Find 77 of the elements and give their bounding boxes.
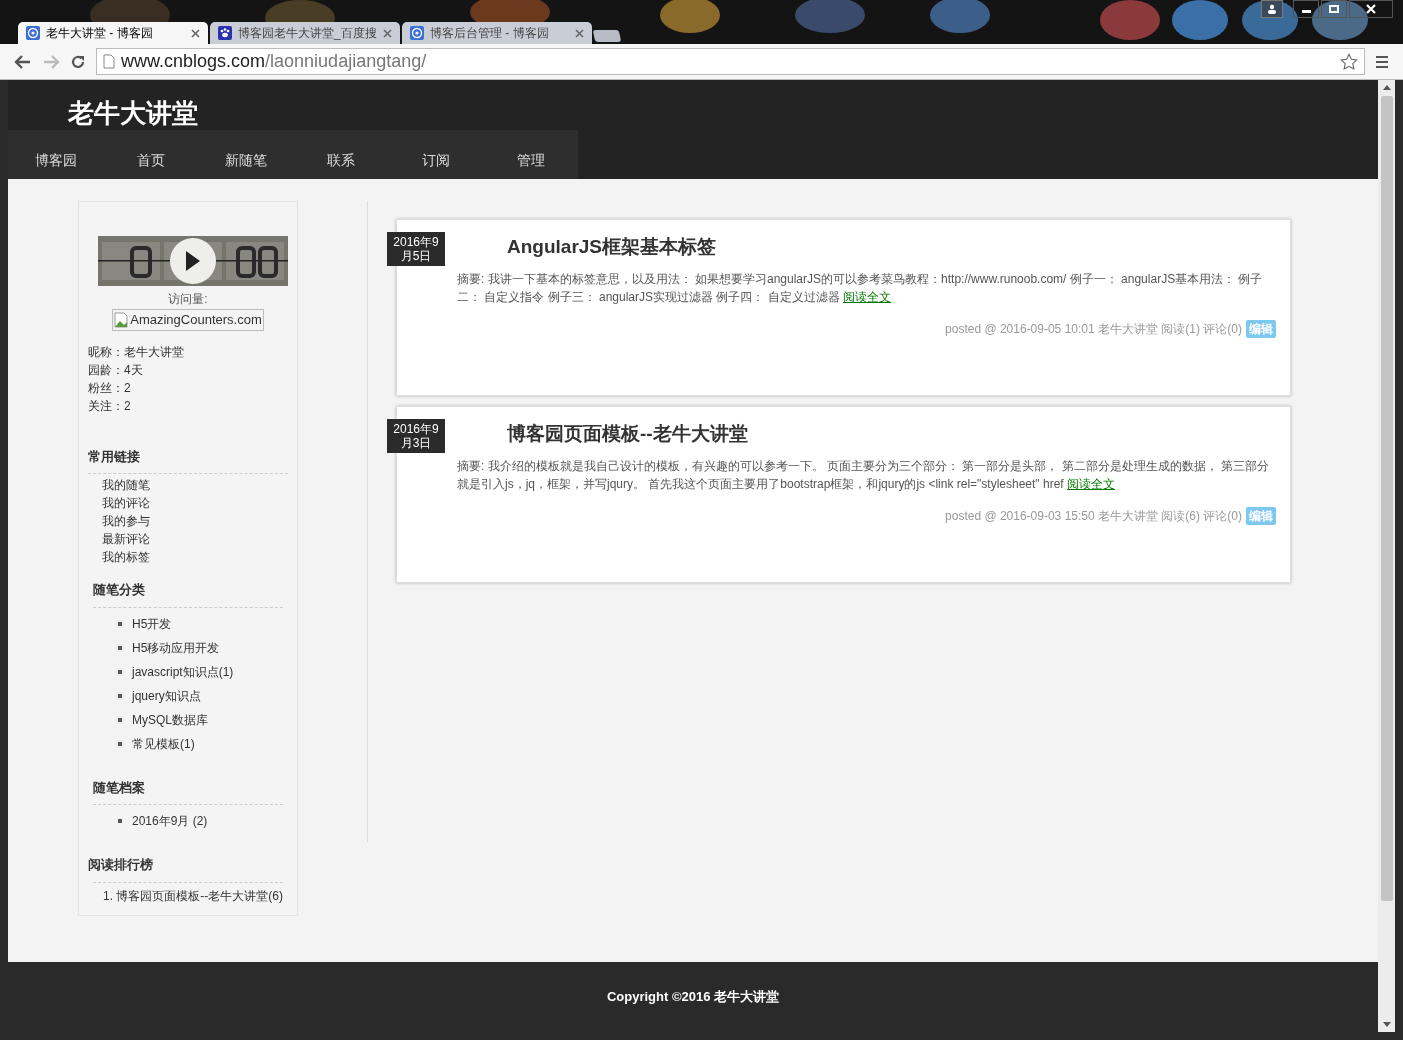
profile-line: 关注：2: [88, 397, 131, 415]
post-meta: posted @ 2016-09-05 10:01 老牛大讲堂 阅读(1) 评论(0): [945, 320, 1242, 338]
sidebar-link[interactable]: H5移动应用开发: [132, 638, 220, 657]
bullet-icon: [118, 741, 122, 746]
footer-copyright: Copyright ©2016 老牛大讲堂: [606, 988, 780, 1007]
sidebar-link[interactable]: 2016年9月 (2): [132, 812, 208, 830]
sidebar-link[interactable]: 我的标签: [88, 548, 150, 566]
nav-link[interactable]: 首页: [103, 150, 198, 171]
tab-title: 老牛大讲堂 - 博客园: [46, 25, 154, 42]
swirl-icon: [410, 26, 424, 40]
post-summary: 摘要: 我讲一下基本的标签意思，以及用法： 如果想要学习angularJS的可以参考菜鸟教程：http://www.runoob.com/ 例子一： angularJS基本用法： 例子二： 自定义指令 例子三： angularJS实现过滤器 例子四： 自定义过滤器 阅读全文: [457, 270, 1264, 306]
close-icon: [1366, 4, 1376, 14]
scrollbar[interactable]: [1378, 80, 1395, 1032]
browser-tab[interactable]: 老牛大讲堂 - 博客园: [18, 22, 208, 44]
bullet-icon: [118, 717, 122, 722]
browser-tab[interactable]: 博客后台管理 - 博客园: [402, 22, 592, 44]
scroll-down-icon[interactable]: [1382, 1022, 1391, 1028]
read-more-link[interactable]: 阅读全文: [1067, 476, 1115, 491]
sidebar-link[interactable]: jquery知识点: [132, 686, 201, 705]
tab-title: 博客后台管理 - 博客园: [430, 25, 550, 42]
bullet-icon: [118, 621, 122, 626]
counter-label: 访问量:: [168, 291, 208, 308]
tab-title: 博客园老牛大讲堂_百度搜: [238, 25, 377, 42]
star-icon[interactable]: [1340, 52, 1358, 71]
profile-button[interactable]: [1261, 0, 1283, 18]
section-heading: 阅读排行榜: [88, 856, 153, 874]
sidebar-link[interactable]: 1. 博客园页面模板--老牛大讲堂(6): [88, 884, 283, 907]
page-icon: [103, 54, 115, 69]
browser-tab[interactable]: 博客园老牛大讲堂_百度搜: [210, 22, 400, 44]
address-bar[interactable]: www.cnblogs.com/laonniudajiangtang/: [96, 48, 1365, 75]
profile-line: 园龄：4天: [88, 361, 143, 379]
nav-link[interactable]: 订阅: [388, 150, 483, 171]
url-text: www.cnblogs.com/laonniudajiangtang/: [121, 50, 428, 73]
swirl-icon: [26, 26, 40, 40]
post-meta: posted @ 2016-09-03 15:50 老牛大讲堂 阅读(6) 评论(0): [945, 507, 1242, 525]
site-title: 老牛大讲堂: [67, 98, 199, 130]
close-icon[interactable]: [191, 28, 200, 38]
sidebar-link[interactable]: 我的随笔: [88, 476, 150, 494]
section-heading: 常用链接: [88, 447, 140, 466]
section-heading: 随笔分类: [92, 581, 145, 599]
close-icon[interactable]: [575, 28, 584, 38]
reload-icon[interactable]: [70, 53, 86, 70]
sidebar-link[interactable]: 常见模板(1): [132, 734, 195, 753]
nav-link[interactable]: 新随笔: [198, 150, 293, 171]
sidebar-link[interactable]: H5开发: [132, 614, 172, 633]
profile-line: 昵称：老牛大讲堂: [88, 343, 184, 361]
bullet-icon: [118, 693, 122, 698]
sidebar-link[interactable]: MySQL数据库: [132, 710, 208, 729]
sidebar-link[interactable]: 我的评论: [88, 494, 150, 512]
close-button[interactable]: [1349, 0, 1393, 18]
post-summary: 摘要: 我介绍的模板就是我自己设计的模板，有兴趣的可以参考一下。 页面主要分为三个部分： 第一部分是头部， 第二部分是处理生成的数据， 第三部分就是引入js，jq，框架，并写jqury。 首先我这个页面主要用了bootstrap框架，和jqury的js <link rel="stylesheet" href 阅读全文: [457, 457, 1270, 493]
post-title[interactable]: 博客园页面模板--老牛大讲堂: [507, 420, 748, 449]
nav-link[interactable]: 博客园: [8, 150, 103, 171]
date-badge: 2016年9月3日: [387, 419, 445, 453]
nav-link[interactable]: 管理: [483, 150, 578, 171]
date-badge: 2016年9月5日: [387, 232, 445, 266]
bullet-icon: [118, 645, 122, 650]
scroll-up-icon[interactable]: [1382, 84, 1391, 90]
person-icon: [1267, 4, 1277, 14]
read-more-link[interactable]: 阅读全文: [843, 289, 892, 304]
bullet-icon: [118, 669, 122, 674]
counter-alt-text: AmazingCounters.com: [130, 311, 262, 329]
nav-link[interactable]: 联系: [293, 150, 388, 171]
sidebar-link[interactable]: 最新评论: [88, 530, 150, 548]
profile-line: 粉丝：2: [88, 379, 131, 397]
paw-icon: [218, 26, 232, 40]
sidebar-link[interactable]: javascript知识点(1): [132, 662, 234, 681]
close-icon[interactable]: [383, 28, 392, 38]
menu-icon[interactable]: [1375, 54, 1389, 69]
minimize-button[interactable]: [1293, 0, 1319, 18]
bullet-icon: [118, 819, 122, 823]
maximize-button[interactable]: [1321, 0, 1347, 18]
sidebar-link[interactable]: 我的参与: [88, 512, 150, 530]
post-title[interactable]: AngularJS框架基本标签: [507, 233, 717, 262]
section-heading: 随笔档案: [92, 778, 145, 797]
back-icon[interactable]: [14, 53, 32, 70]
broken-image-icon: [114, 311, 129, 328]
